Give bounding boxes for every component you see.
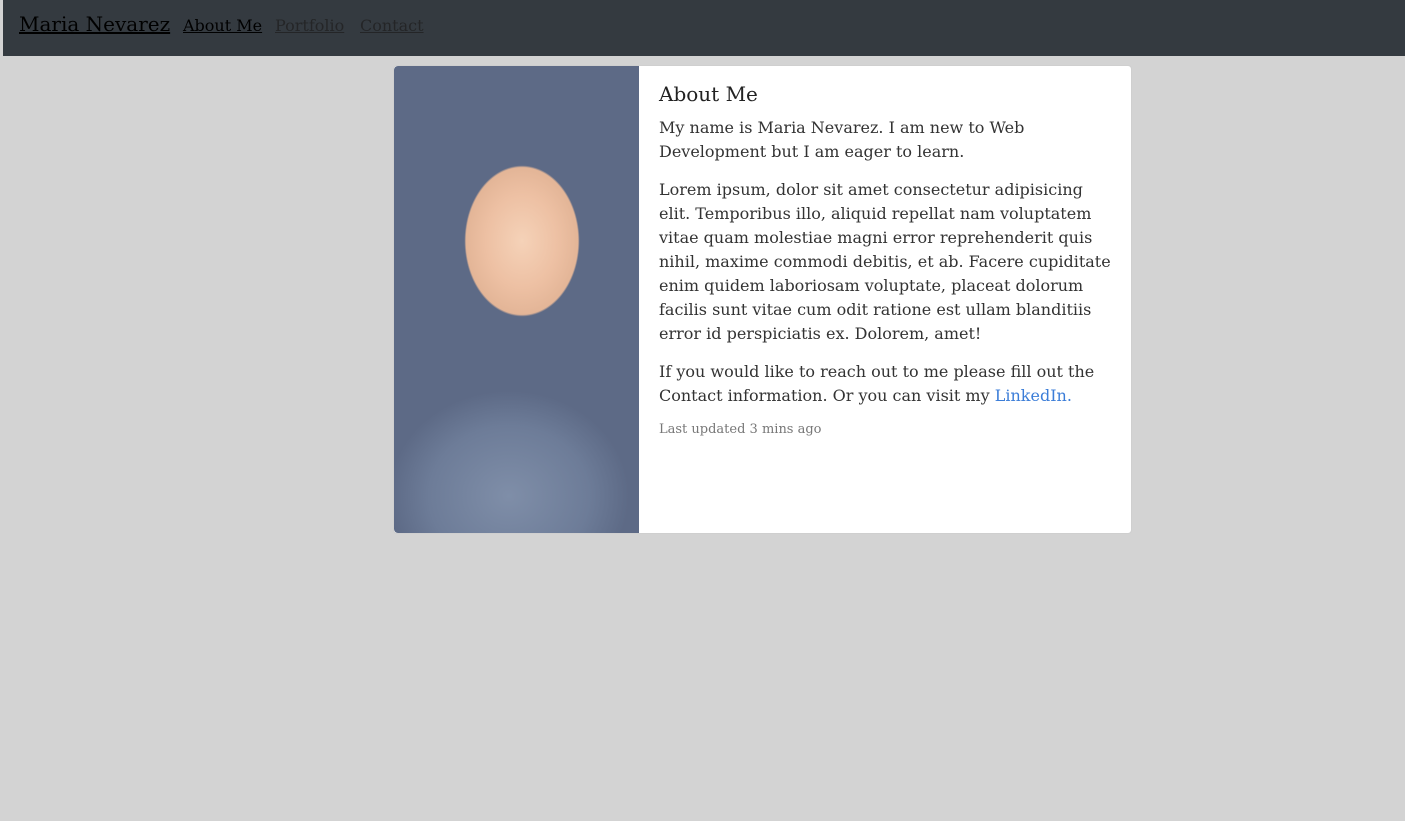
profile-photo bbox=[394, 66, 639, 533]
navbar: Maria Nevarez About Me Portfolio Contact bbox=[3, 0, 1405, 56]
intro-paragraph: My name is Maria Nevarez. I am new to We… bbox=[659, 118, 1025, 161]
nav-portfolio[interactable]: Portfolio bbox=[275, 16, 344, 35]
lorem-paragraph: Lorem ipsum, dolor sit amet consectetur … bbox=[659, 180, 1111, 343]
nav-about-me[interactable]: About Me bbox=[183, 16, 262, 35]
linkedin-link[interactable]: LinkedIn. bbox=[995, 386, 1072, 405]
card-title: About Me bbox=[659, 82, 758, 106]
card-body: About Me My name is Maria Nevarez. I am … bbox=[659, 82, 1111, 437]
about-card: About Me My name is Maria Nevarez. I am … bbox=[393, 65, 1132, 534]
last-updated: Last updated 3 mins ago bbox=[659, 422, 822, 437]
nav-contact[interactable]: Contact bbox=[360, 16, 424, 35]
brand-link[interactable]: Maria Nevarez bbox=[19, 12, 170, 36]
contact-paragraph: If you would like to reach out to me ple… bbox=[659, 360, 1111, 408]
